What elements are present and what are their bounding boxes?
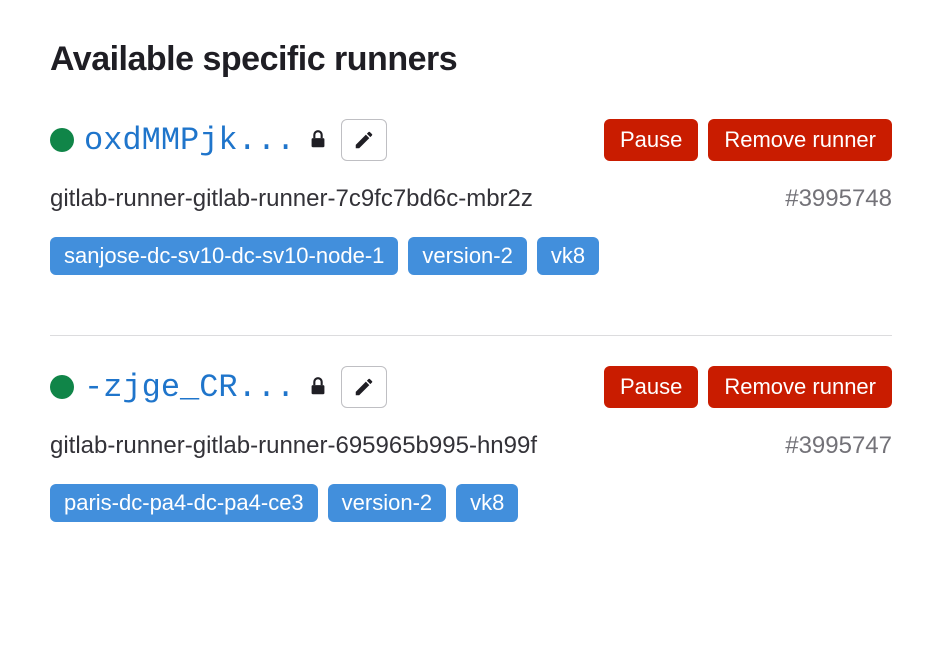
runner-number: #3995748 xyxy=(785,185,892,213)
runner-description-row: gitlab-runner-gitlab-runner-695965b995-h… xyxy=(50,432,892,460)
runner-header: -zjge_CR... Pause Remove runner xyxy=(50,366,892,408)
runner-tag[interactable]: sanjose-dc-sv10-dc-sv10-node-1 xyxy=(50,237,398,275)
runner-item: oxdMMPjk... Pause Remove runner gitlab-r… xyxy=(50,119,892,305)
runner-header: oxdMMPjk... Pause Remove runner xyxy=(50,119,892,161)
runner-tag[interactable]: version-2 xyxy=(408,237,526,275)
section-heading: Available specific runners xyxy=(50,40,892,79)
runner-description: gitlab-runner-gitlab-runner-7c9fc7bd6c-m… xyxy=(50,185,533,213)
edit-runner-button[interactable] xyxy=(341,366,387,408)
runner-tag[interactable]: version-2 xyxy=(328,484,446,522)
runner-tags: sanjose-dc-sv10-dc-sv10-node-1 version-2 v… xyxy=(50,237,892,275)
runner-description: gitlab-runner-gitlab-runner-695965b995-h… xyxy=(50,432,537,460)
remove-runner-button[interactable]: Remove runner xyxy=(708,119,892,161)
edit-runner-button[interactable] xyxy=(341,119,387,161)
status-online-icon xyxy=(50,375,74,399)
runner-number: #3995747 xyxy=(785,432,892,460)
pause-button[interactable]: Pause xyxy=(604,366,698,408)
runner-item: -zjge_CR... Pause Remove runner gitlab-r… xyxy=(50,335,892,552)
runner-tag[interactable]: vk8 xyxy=(456,484,518,522)
runner-description-row: gitlab-runner-gitlab-runner-7c9fc7bd6c-m… xyxy=(50,185,892,213)
lock-icon xyxy=(307,128,329,152)
runner-tag[interactable]: paris-dc-pa4-dc-pa4-ce3 xyxy=(50,484,318,522)
status-online-icon xyxy=(50,128,74,152)
runner-token-link[interactable]: oxdMMPjk... xyxy=(84,122,295,159)
runner-tags: paris-dc-pa4-dc-pa4-ce3 version-2 vk8 xyxy=(50,484,892,522)
runner-tag[interactable]: vk8 xyxy=(537,237,599,275)
pause-button[interactable]: Pause xyxy=(604,119,698,161)
runner-token-link[interactable]: -zjge_CR... xyxy=(84,369,295,406)
remove-runner-button[interactable]: Remove runner xyxy=(708,366,892,408)
lock-icon xyxy=(307,375,329,399)
